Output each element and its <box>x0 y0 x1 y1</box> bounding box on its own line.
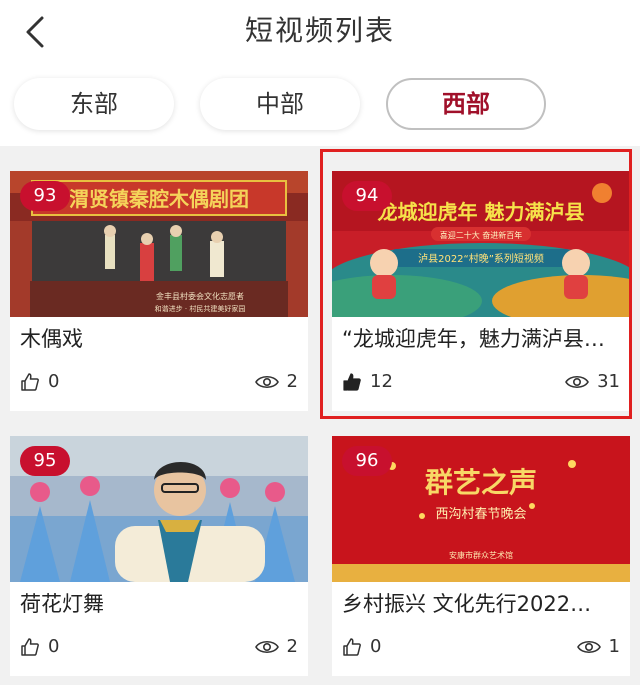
tab-west[interactable]: 西部 <box>386 78 546 130</box>
video-thumbnail[interactable]: 渭贤镇秦腔木偶剧团 金丰县村委会文化志愿者 和谐进步 · 村民共建美好家园 93 <box>10 171 308 317</box>
video-title: 乡村振兴 文化先行2022… <box>342 592 592 616</box>
view-count-group: 1 <box>576 632 620 662</box>
rank-badge: 96 <box>342 446 392 476</box>
view-count: 1 <box>608 636 620 657</box>
thumbs-up-outline-icon <box>21 373 39 391</box>
thumbs-up-outline-icon <box>21 638 39 656</box>
rank-badge: 94 <box>342 181 392 211</box>
region-tabs: 东部 中部 西部 <box>0 62 640 146</box>
thumbs-up-filled-icon <box>343 373 361 391</box>
banner-text: 群艺之声 <box>425 466 537 499</box>
video-thumbnail[interactable]: 龙城迎虎年 魅力满泸县 喜迎二十大 奋进新百年 泸县2022“村晚”系列短视频 … <box>332 171 630 317</box>
chevron-left-icon <box>26 16 44 48</box>
view-count-group: 31 <box>565 367 620 397</box>
view-count-group: 2 <box>254 367 298 397</box>
like-count: 0 <box>48 371 60 392</box>
thumbnail-subtitle: 西沟村春节晚会 <box>435 507 526 522</box>
banner-text: 渭贤镇秦腔木偶剧团 <box>69 187 249 211</box>
video-thumbnail[interactable]: 95 <box>10 436 308 582</box>
rank-badge: 95 <box>20 446 70 476</box>
video-thumbnail[interactable]: 群艺之声 西沟村春节晚会 安康市群众艺术馆 96 <box>332 436 630 582</box>
video-card[interactable]: 渭贤镇秦腔木偶剧团 金丰县村委会文化志愿者 和谐进步 · 村民共建美好家园 93… <box>10 171 308 411</box>
like-count: 12 <box>370 371 393 392</box>
eye-icon <box>576 640 601 654</box>
video-title: 荷花灯舞 <box>20 592 104 616</box>
back-button[interactable] <box>18 12 54 52</box>
thumbnail-caption: 和谐进步 · 村民共建美好家园 <box>155 304 246 313</box>
header-bar: 短视频列表 <box>0 0 640 62</box>
video-title: “龙城迎虎年，魅力满泸县… <box>342 327 605 351</box>
video-card[interactable]: 群艺之声 西沟村春节晚会 安康市群众艺术馆 96 乡村振兴 文化先行2022… … <box>332 436 630 676</box>
video-card[interactable]: 95 荷花灯舞 0 2 <box>10 436 308 676</box>
eye-icon <box>565 375 590 389</box>
video-card[interactable]: 龙城迎虎年 魅力满泸县 喜迎二十大 奋进新百年 泸县2022“村晚”系列短视频 … <box>332 171 630 411</box>
thumbnail-caption: 金丰县村委会文化志愿者 <box>156 291 244 301</box>
view-count-group: 2 <box>254 632 298 662</box>
banner-text: 龙城迎虎年 魅力满泸县 <box>378 200 585 224</box>
like-count: 0 <box>370 636 382 657</box>
thumbnail-subtitle: 喜迎二十大 奋进新百年 <box>440 230 523 240</box>
thumbnail-series: 泸县2022“村晚”系列短视频 <box>418 252 544 265</box>
view-count: 2 <box>286 371 298 392</box>
like-button[interactable]: 12 <box>342 367 393 397</box>
view-count: 31 <box>597 371 620 392</box>
eye-icon <box>254 640 279 654</box>
like-button[interactable]: 0 <box>20 632 59 662</box>
tab-east[interactable]: 东部 <box>14 78 174 130</box>
view-count: 2 <box>286 636 298 657</box>
rank-badge: 93 <box>20 181 70 211</box>
like-button[interactable]: 0 <box>342 632 381 662</box>
tab-central[interactable]: 中部 <box>200 78 360 130</box>
video-title: 木偶戏 <box>20 327 83 351</box>
page-title: 短视频列表 <box>244 14 395 47</box>
eye-icon <box>254 375 279 389</box>
thumbs-up-outline-icon <box>343 638 361 656</box>
like-count: 0 <box>48 636 60 657</box>
thumbnail-footer: 安康市群众艺术馆 <box>449 550 513 560</box>
like-button[interactable]: 0 <box>20 367 59 397</box>
